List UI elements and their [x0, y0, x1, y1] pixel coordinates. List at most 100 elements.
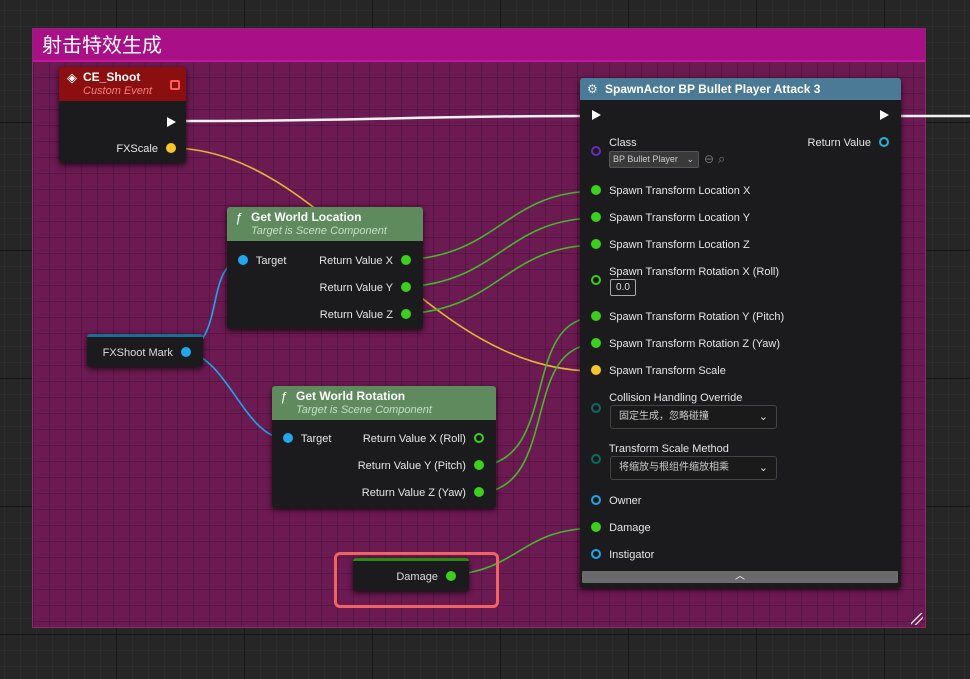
damage-var-output[interactable]: Damage: [396, 569, 456, 585]
object-pin-icon[interactable]: [181, 347, 191, 358]
loc-z-label: Spawn Transform Location Z: [609, 239, 750, 251]
event-node-subtitle: Custom Event: [83, 85, 153, 97]
rot-x-value-field[interactable]: 0.0: [610, 279, 636, 296]
gwl-target-input[interactable]: Target: [238, 253, 286, 269]
event-delegate-icon[interactable]: [170, 80, 180, 90]
collision-input[interactable]: Collision Handling Override: [591, 390, 742, 414]
float-pin-icon[interactable]: [474, 433, 484, 444]
event-node-ce-shoot[interactable]: ◈ CE_Shoot Custom Event FXScale: [59, 67, 186, 163]
get-world-rotation-node[interactable]: ƒ Get World Rotation Target is Scene Com…: [272, 386, 496, 508]
float-pin-icon[interactable]: [591, 275, 601, 286]
rot-z-label: Spawn Transform Rotation Z (Yaw): [609, 338, 781, 350]
rot-z-input[interactable]: Spawn Transform Rotation Z (Yaw): [591, 336, 780, 352]
float-pin-icon[interactable]: [474, 487, 484, 498]
spawn-actor-node[interactable]: ⚙ SpawnActor BP Bullet Player Attack 3 C…: [580, 78, 901, 588]
vector-pin-icon[interactable]: [591, 365, 601, 376]
gwl-header[interactable]: ƒ Get World Location Target is Scene Com…: [227, 207, 423, 241]
gwr-subtitle: Target is Scene Component: [296, 404, 432, 416]
float-pin-icon[interactable]: [474, 460, 484, 471]
fxshoot-mark-node[interactable]: FXShoot Mark: [87, 334, 203, 367]
damage-input-label: Damage: [609, 522, 651, 534]
rot-y-input[interactable]: Spawn Transform Rotation Y (Pitch): [591, 309, 784, 325]
fxshoot-output[interactable]: FXShoot Mark: [103, 345, 191, 361]
float-pin-icon[interactable]: [591, 185, 601, 196]
float-pin-icon[interactable]: [591, 522, 601, 533]
float-pin-icon[interactable]: [591, 338, 601, 349]
chevron-down-icon: ⌄: [758, 410, 768, 423]
collision-value: 固定生成，忽略碰撞: [619, 411, 709, 422]
fxscale-pin-icon[interactable]: [166, 143, 176, 154]
gwl-output-x[interactable]: Return Value X: [319, 253, 411, 269]
class-input[interactable]: Class: [591, 135, 637, 157]
loc-x-input[interactable]: Spawn Transform Location X: [591, 183, 750, 199]
gwl-output-z-label: Return Value Z: [319, 309, 393, 321]
float-pin-icon[interactable]: [591, 239, 601, 250]
loc-y-input[interactable]: Spawn Transform Location Y: [591, 210, 750, 226]
gwr-target-label: Target: [300, 433, 332, 445]
scale-method-label: Transform Scale Method: [608, 443, 729, 455]
gwl-output-z[interactable]: Return Value Z: [320, 307, 411, 323]
gwr-output-roll-label: Return Value X (Roll): [362, 433, 466, 445]
scale-method-input[interactable]: Transform Scale Method: [591, 441, 729, 465]
event-node-header[interactable]: ◈ CE_Shoot Custom Event: [59, 67, 186, 101]
spawn-exec-out[interactable]: [880, 108, 889, 124]
collapse-advanced-button[interactable]: ︿: [582, 571, 898, 583]
float-pin-icon[interactable]: [401, 309, 411, 320]
rot-x-label: Spawn Transform Rotation X (Roll): [609, 266, 780, 278]
gwr-output-yaw-label: Return Value Z (Yaw): [361, 487, 466, 499]
get-world-location-node[interactable]: ƒ Get World Location Target is Scene Com…: [227, 207, 423, 329]
rot-x-input[interactable]: Spawn Transform Rotation X (Roll): [591, 264, 780, 286]
event-diamond-icon: ◈: [67, 70, 77, 85]
browse-back-icon[interactable]: ⊖: [704, 152, 714, 166]
fxscale-output[interactable]: FXScale: [116, 141, 176, 157]
enum-pin-icon[interactable]: [591, 454, 601, 465]
comment-title[interactable]: 射击特效生成: [33, 29, 925, 62]
class-pin-icon[interactable]: [591, 146, 601, 157]
class-select[interactable]: BP Bullet Player ⌄: [609, 151, 699, 168]
float-pin-icon[interactable]: [591, 311, 601, 322]
gwr-output-pitch[interactable]: Return Value Y (Pitch): [358, 458, 484, 474]
gwr-output-yaw[interactable]: Return Value Z (Yaw): [362, 485, 484, 501]
return-value-output[interactable]: Return Value: [808, 135, 889, 151]
gwl-output-y-label: Return Value Y: [319, 282, 393, 294]
scale-method-dropdown[interactable]: 将缩放与根组件缩放相乘 ⌄: [610, 456, 777, 480]
gwl-output-y[interactable]: Return Value Y: [320, 280, 411, 296]
resize-grip-icon[interactable]: [911, 613, 923, 625]
enum-pin-icon[interactable]: [591, 403, 601, 414]
scale-input[interactable]: Spawn Transform Scale: [591, 363, 726, 379]
function-icon: ƒ: [280, 389, 288, 404]
function-icon: ƒ: [235, 210, 243, 225]
exec-in-pin-icon[interactable]: [592, 110, 601, 121]
owner-input[interactable]: Owner: [591, 493, 641, 509]
damage-input[interactable]: Damage: [591, 520, 651, 536]
object-pin-icon[interactable]: [591, 549, 601, 560]
scale-label: Spawn Transform Scale: [609, 365, 726, 377]
loc-z-input[interactable]: Spawn Transform Location Z: [591, 237, 750, 253]
gwl-subtitle: Target is Scene Component: [251, 225, 387, 237]
exec-out-pin-icon[interactable]: [880, 110, 889, 121]
spawn-header[interactable]: ⚙ SpawnActor BP Bullet Player Attack 3: [580, 78, 901, 100]
float-pin-icon[interactable]: [591, 212, 601, 223]
return-value-label: Return Value: [807, 137, 871, 149]
collision-dropdown[interactable]: 固定生成，忽略碰撞 ⌄: [610, 405, 777, 429]
loc-x-label: Spawn Transform Location X: [609, 185, 751, 197]
event-exec-out[interactable]: [167, 115, 176, 131]
spawn-exec-in[interactable]: [592, 108, 601, 124]
damage-var-label: Damage: [396, 571, 438, 583]
float-pin-icon[interactable]: [446, 571, 456, 582]
damage-var-node[interactable]: Damage: [353, 558, 469, 591]
chevron-down-icon: ⌄: [686, 154, 694, 164]
gwr-output-roll[interactable]: Return Value X (Roll): [363, 431, 484, 447]
gwr-header[interactable]: ƒ Get World Rotation Target is Scene Com…: [272, 386, 496, 420]
exec-out-pin-icon[interactable]: [167, 117, 176, 128]
search-icon[interactable]: ⌕: [718, 151, 725, 167]
float-pin-icon[interactable]: [401, 255, 411, 266]
object-pin-icon[interactable]: [591, 495, 601, 506]
gwr-target-input[interactable]: Target: [283, 431, 331, 447]
target-pin-icon[interactable]: [283, 433, 293, 444]
object-pin-icon[interactable]: [879, 137, 889, 148]
float-pin-icon[interactable]: [401, 282, 411, 293]
class-select-value: BP Bullet Player: [613, 154, 678, 164]
instigator-input[interactable]: Instigator: [591, 547, 654, 563]
target-pin-icon[interactable]: [238, 255, 248, 266]
